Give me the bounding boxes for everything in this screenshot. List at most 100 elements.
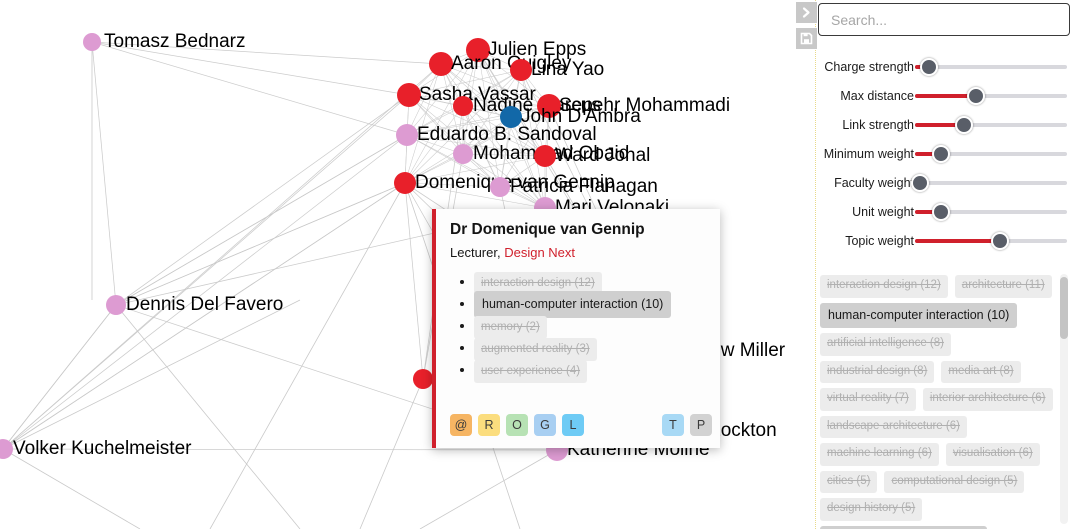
graph-node-dot[interactable] bbox=[534, 145, 556, 167]
slider-fill bbox=[915, 238, 998, 243]
collapse-panel-button[interactable] bbox=[796, 2, 817, 23]
graph-edge bbox=[0, 304, 117, 454]
graph-node-dot[interactable] bbox=[396, 124, 418, 146]
slider-controls: Charge strength Max distance Link strength… bbox=[818, 52, 1072, 255]
slider-track[interactable] bbox=[915, 64, 1067, 69]
slider-thumb[interactable] bbox=[954, 115, 973, 134]
slider-max-distance[interactable] bbox=[915, 86, 1067, 106]
graph-node-dot[interactable] bbox=[453, 144, 473, 164]
profile-topic-item: human-computer interaction (10) bbox=[460, 290, 706, 318]
slider-thumb[interactable] bbox=[910, 173, 929, 192]
researchgate-action[interactable]: R bbox=[478, 414, 500, 436]
profile-role: Lecturer, Design Next bbox=[450, 245, 706, 260]
slider-faculty-weight[interactable] bbox=[910, 173, 1067, 193]
topic-tag[interactable]: human-computer interaction (10) bbox=[820, 302, 1018, 328]
graph-edge bbox=[359, 378, 424, 529]
slider-fill bbox=[915, 93, 973, 98]
slider-row: Max distance bbox=[818, 81, 1072, 110]
topic-tag-cloud[interactable]: interaction design (12) architecture (11)… bbox=[820, 272, 1060, 529]
topic-tag[interactable]: cities (5) bbox=[820, 470, 878, 493]
graph-node-label: Volker Kuchelmeister bbox=[13, 438, 192, 459]
graph-node-dot[interactable] bbox=[510, 59, 532, 81]
slider-label: Charge strength bbox=[824, 59, 914, 74]
email-action[interactable]: @ bbox=[450, 414, 472, 436]
graph-edge bbox=[2, 448, 141, 529]
slider-thumb[interactable] bbox=[931, 144, 950, 163]
chevron-right-icon bbox=[802, 7, 810, 18]
network-explorer-app: Tomasz Bednarz Julien Epps Aaron Quigley Li… bbox=[0, 0, 1072, 529]
slider-label: Topic weight bbox=[845, 233, 914, 248]
control-panel: Charge strength Max distance Link strength… bbox=[818, 0, 1072, 529]
graph-edge bbox=[115, 304, 301, 529]
slider-link-strength[interactable] bbox=[915, 115, 1067, 135]
tag-cloud-scrollbar[interactable] bbox=[1060, 274, 1068, 524]
save-disk-icon bbox=[800, 32, 813, 45]
twitter-action[interactable]: T bbox=[662, 414, 684, 436]
profile-topic-tag[interactable]: memory (2) bbox=[474, 315, 547, 339]
graph-node-label: Dennis Del Favero bbox=[126, 294, 284, 315]
slider-minimum-weight[interactable] bbox=[915, 144, 1067, 164]
topic-tag[interactable]: media art (8) bbox=[941, 360, 1021, 383]
topic-tag[interactable]: human-robot interaction (5) bbox=[820, 525, 987, 529]
graph-node-dot[interactable] bbox=[397, 83, 421, 107]
search-input[interactable] bbox=[818, 3, 1070, 36]
profile-topic-item: augmented reality (3) bbox=[460, 337, 706, 361]
topic-tag[interactable]: computational design (5) bbox=[884, 470, 1025, 493]
graph-node-dot[interactable] bbox=[83, 33, 101, 51]
personal-page-action[interactable]: P bbox=[690, 414, 712, 436]
topic-tag[interactable]: design history (5) bbox=[820, 498, 923, 521]
slider-row: Faculty weight bbox=[818, 168, 1072, 197]
slider-fill bbox=[915, 122, 960, 127]
person-profile-card[interactable]: Dr Domenique van Gennip Lecturer, Design… bbox=[432, 209, 720, 448]
tag-cloud-scroll-thumb[interactable] bbox=[1060, 277, 1068, 339]
topic-tag[interactable]: landscape architecture (6) bbox=[820, 415, 967, 438]
graph-node-dot[interactable] bbox=[394, 172, 416, 194]
topic-tag[interactable]: interaction design (12) bbox=[820, 275, 948, 298]
slider-thumb[interactable] bbox=[931, 202, 950, 221]
slider-row: Charge strength bbox=[818, 52, 1072, 81]
google-scholar-action[interactable]: G bbox=[534, 414, 556, 436]
topic-tag[interactable]: virtual reality (7) bbox=[820, 388, 916, 411]
topic-tag[interactable]: artificial intelligence (8) bbox=[820, 333, 951, 356]
graph-node-dot[interactable] bbox=[429, 52, 453, 76]
profile-unit-link[interactable]: Design Next bbox=[504, 245, 575, 260]
topic-tag[interactable]: architecture (11) bbox=[954, 275, 1052, 298]
profile-topic-item: user experience (4) bbox=[460, 359, 706, 383]
graph-edge bbox=[209, 182, 406, 529]
profile-topic-item: interaction design (12) bbox=[460, 271, 706, 295]
topic-tag[interactable]: industrial design (8) bbox=[820, 360, 935, 383]
slider-track[interactable] bbox=[915, 180, 1067, 185]
topic-tag[interactable]: visualisation (6) bbox=[945, 443, 1040, 466]
graph-edge bbox=[2, 134, 408, 450]
graph-node-dot[interactable] bbox=[453, 96, 473, 116]
profile-topic-tag[interactable]: user experience (4) bbox=[474, 359, 588, 383]
slider-label: Minimum weight bbox=[823, 146, 914, 161]
slider-charge-strength[interactable] bbox=[915, 57, 1067, 77]
linkedin-action[interactable]: L bbox=[562, 414, 584, 436]
graph-node-label: Tomasz Bednarz bbox=[104, 31, 246, 52]
graph-node-dot[interactable] bbox=[490, 177, 510, 197]
slider-label: Faculty weight bbox=[834, 175, 914, 190]
graph-edge bbox=[91, 41, 117, 306]
slider-thumb[interactable] bbox=[966, 86, 985, 105]
slider-row: Topic weight bbox=[818, 226, 1072, 255]
profile-topic-tag[interactable]: augmented reality (3) bbox=[474, 337, 597, 361]
slider-unit-weight[interactable] bbox=[915, 202, 1067, 222]
slider-topic-weight[interactable] bbox=[915, 231, 1067, 251]
slider-thumb[interactable] bbox=[991, 231, 1010, 250]
profile-action-bar: @ R O G L T P bbox=[450, 414, 712, 436]
orcid-action[interactable]: O bbox=[506, 414, 528, 436]
graph-node-label: Patricia Flanagan bbox=[510, 176, 658, 197]
slider-row: Unit weight bbox=[818, 197, 1072, 226]
topic-tag[interactable]: interior architecture (6) bbox=[922, 388, 1053, 411]
save-view-button[interactable] bbox=[796, 28, 817, 49]
profile-topic-tag[interactable]: human-computer interaction (10) bbox=[474, 290, 672, 318]
graph-edge bbox=[404, 182, 424, 380]
profile-topic-item: memory (2) bbox=[460, 315, 706, 339]
graph-edge bbox=[2, 299, 301, 450]
topic-tag[interactable]: machine learning (6) bbox=[820, 443, 939, 466]
graph-node-dot[interactable] bbox=[106, 295, 126, 315]
graph-node-label: Ward Johal bbox=[555, 145, 651, 166]
slider-thumb[interactable] bbox=[919, 57, 938, 76]
graph-node-dot[interactable] bbox=[413, 369, 433, 389]
